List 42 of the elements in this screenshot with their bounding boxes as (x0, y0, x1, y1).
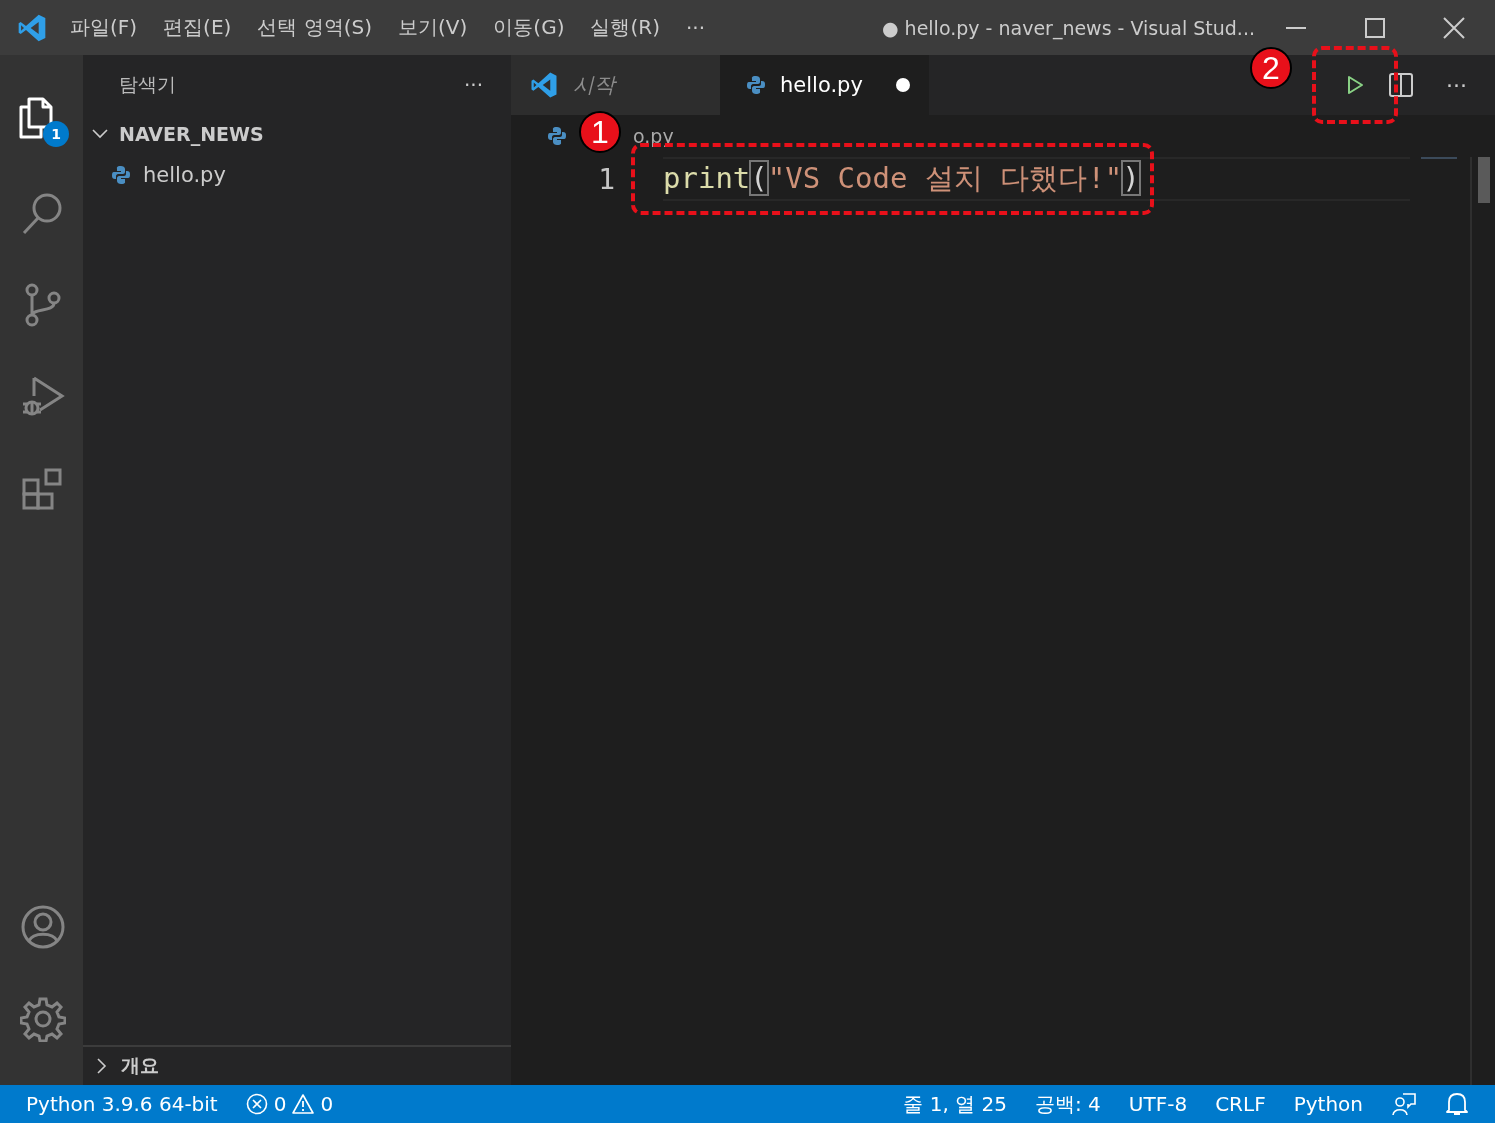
python-icon (547, 126, 567, 146)
menu-item[interactable]: 보기(V) (398, 14, 468, 41)
status-item[interactable]: 줄 1, 열 25 (903, 1090, 1007, 1118)
more-actions[interactable]: ··· (1446, 72, 1467, 98)
error-icon (245, 1093, 268, 1115)
status-item[interactable]: CRLF (1215, 1092, 1266, 1116)
settings-icon[interactable] (20, 996, 66, 1042)
menu-item[interactable]: 파일(F) (70, 14, 138, 41)
code-line: print("VS Code 설치 다했다!") (663, 160, 1140, 197)
menu-item[interactable]: 실행(R) (590, 14, 660, 41)
file-item[interactable]: hello.py (83, 153, 511, 197)
python-icon (111, 165, 131, 185)
status-item[interactable]: Python (1293, 1092, 1363, 1116)
python-icon (746, 75, 766, 95)
status-item[interactable]: UTF-8 (1128, 1092, 1188, 1116)
scrollbar-thumb[interactable] (1478, 157, 1490, 203)
vscode-logo-icon (529, 70, 559, 100)
folder-row[interactable]: NAVER_NEWS (83, 115, 511, 153)
status-item[interactable]: 공백: 4 (1035, 1090, 1101, 1118)
interpreter-status[interactable]: Python 3.9.6 64-bit (26, 1092, 218, 1116)
editor-tab[interactable]: 시작 (511, 55, 720, 115)
menu-item[interactable]: 이동(G) (493, 14, 565, 41)
menu-item[interactable]: 편집(E) (163, 14, 232, 41)
maximize-icon[interactable] (1365, 17, 1385, 38)
close-icon[interactable] (1443, 16, 1465, 39)
problems-status[interactable]: 0 0 (245, 1092, 334, 1116)
unsaved-dot-icon[interactable] (895, 77, 911, 93)
bell-icon[interactable] (1445, 1091, 1469, 1117)
warning-icon (292, 1093, 315, 1115)
more-actions[interactable]: ··· (463, 73, 483, 97)
more-menu[interactable]: ··· (685, 15, 706, 40)
menu-item[interactable]: 선택 영역(S) (257, 14, 373, 41)
editor-tab[interactable]: hello.py (720, 55, 929, 115)
account-icon[interactable] (20, 904, 66, 950)
split-editor-icon[interactable] (1388, 72, 1414, 98)
feedback-icon[interactable] (1391, 1091, 1417, 1117)
line-number: 1 (597, 162, 615, 196)
count-badge: 1 (43, 121, 69, 147)
window-title: ● hello.py - naver_news - Visual Stud... (882, 16, 1255, 39)
callout-number: 1 (579, 111, 621, 153)
panel-title: 탐색기 (119, 72, 176, 97)
callout-number: 2 (1250, 47, 1292, 89)
